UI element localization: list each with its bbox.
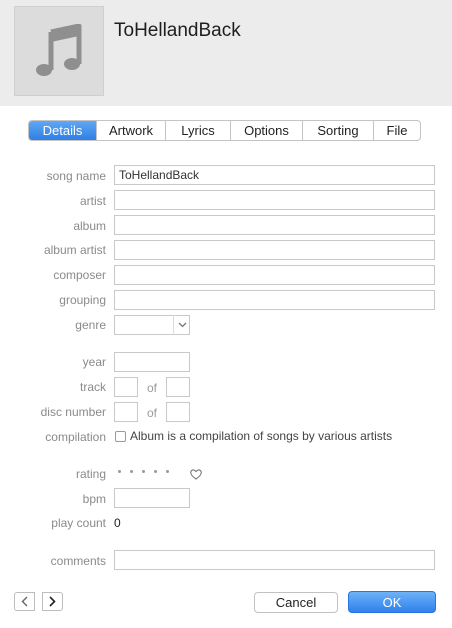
rating-label: rating — [75, 467, 106, 481]
play-count-label: play count — [51, 516, 106, 530]
tab-bar: Details Artwork Lyrics Options Sorting F… — [28, 120, 421, 141]
disc-of-label: of — [147, 406, 158, 420]
chevron-right-icon — [49, 596, 56, 607]
disc-number-input[interactable] — [114, 402, 138, 422]
track-of-label: of — [147, 381, 158, 395]
previous-button[interactable] — [14, 592, 35, 611]
compilation-checkbox[interactable] — [115, 431, 126, 442]
comments-input[interactable] — [114, 550, 435, 570]
chevron-left-icon — [21, 596, 28, 607]
grouping-input[interactable] — [114, 290, 435, 310]
rating-stars[interactable] — [118, 465, 169, 473]
chevron-down-icon — [178, 322, 186, 328]
tab-details[interactable]: Details — [29, 121, 97, 140]
artist-label: artist — [79, 194, 106, 208]
compilation-description: Album is a compilation of songs by vario… — [130, 429, 393, 443]
rating-dot-1[interactable] — [118, 470, 121, 473]
song-title: ToHellandBack — [114, 20, 241, 41]
year-input[interactable] — [114, 352, 190, 372]
track-label: track — [79, 380, 106, 394]
track-number-input[interactable] — [114, 377, 138, 397]
album-artwork[interactable] — [14, 6, 104, 96]
tab-artwork[interactable]: Artwork — [97, 121, 166, 140]
next-button[interactable] — [42, 592, 63, 611]
comments-label: comments — [50, 554, 106, 568]
rating-dot-5[interactable] — [166, 470, 169, 473]
heart-icon — [190, 469, 202, 480]
disc-number-label: disc number — [40, 405, 106, 419]
music-note-icon — [36, 24, 82, 76]
love-button[interactable] — [190, 467, 202, 485]
album-artist-input[interactable] — [114, 240, 435, 260]
tab-lyrics[interactable]: Lyrics — [166, 121, 231, 140]
year-label: year — [82, 355, 106, 369]
album-label: album — [73, 219, 106, 233]
genre-dropdown-toggle[interactable] — [173, 315, 190, 335]
disc-total-input[interactable] — [166, 402, 190, 422]
cancel-button[interactable]: Cancel — [254, 592, 338, 613]
song-name-label: song name — [46, 169, 106, 183]
rating-dot-4[interactable] — [154, 470, 157, 473]
bpm-label: bpm — [82, 492, 106, 506]
composer-label: composer — [53, 268, 106, 282]
song-name-input[interactable] — [114, 165, 435, 185]
bpm-input[interactable] — [114, 488, 190, 508]
tab-options[interactable]: Options — [231, 121, 303, 140]
track-total-input[interactable] — [166, 377, 190, 397]
tab-file[interactable]: File — [374, 121, 420, 140]
ok-button[interactable]: OK — [348, 591, 436, 613]
play-count-value: 0 — [114, 516, 121, 530]
genre-label: genre — [75, 318, 106, 332]
tab-sorting[interactable]: Sorting — [303, 121, 374, 140]
album-input[interactable] — [114, 215, 435, 235]
artist-input[interactable] — [114, 190, 435, 210]
compilation-label: compilation — [45, 430, 106, 444]
grouping-label: grouping — [59, 293, 106, 307]
composer-input[interactable] — [114, 265, 435, 285]
rating-dot-2[interactable] — [130, 470, 133, 473]
rating-dot-3[interactable] — [142, 470, 145, 473]
header: ToHellandBack — [0, 0, 452, 106]
album-artist-label: album artist — [43, 243, 106, 257]
